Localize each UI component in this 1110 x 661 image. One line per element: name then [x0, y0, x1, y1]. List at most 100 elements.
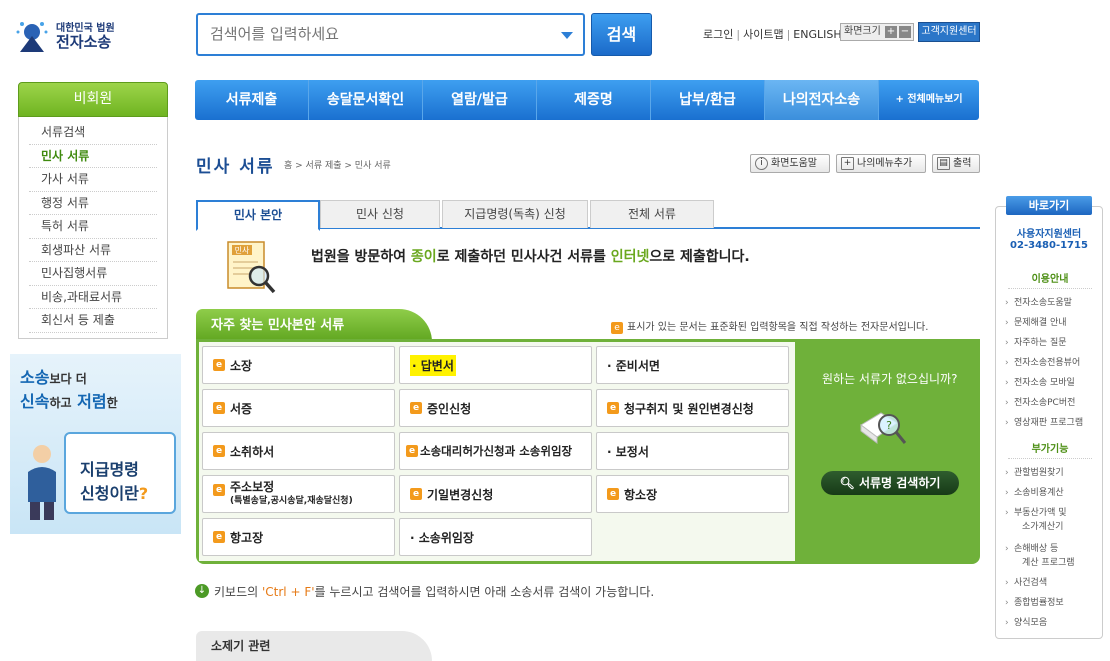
left-nav-item[interactable]: 서류검색: [29, 121, 157, 145]
doc-cell[interactable]: · 답변서: [399, 346, 592, 384]
search-input[interactable]: [210, 25, 540, 43]
left-nav-item[interactable]: 가사 서류: [29, 168, 157, 192]
support-center-link[interactable]: 사용자지원센터: [995, 225, 1103, 240]
banner-cal-line2: 신청이란?: [80, 484, 149, 503]
left-nav-item[interactable]: 회신서 등 제출: [29, 309, 157, 333]
e-doc-icon: e: [406, 445, 418, 457]
left-nav-item[interactable]: 특허 서류: [29, 215, 157, 239]
quick-link[interactable]: 영상재판 프로그램: [1005, 416, 1083, 430]
banner-cal-line1: 지급명령: [80, 460, 139, 479]
quick-link[interactable]: 전자소송전용뷰어: [1005, 356, 1080, 370]
quick-link[interactable]: 관할법원찾기: [1005, 466, 1064, 480]
e-doc-icon: e: [213, 484, 225, 496]
quick-tools-title: 부가기능: [1008, 440, 1092, 459]
left-nav-item-active[interactable]: 민사 서류: [29, 145, 157, 168]
left-nav-item[interactable]: 비송,과태료서류: [29, 286, 157, 309]
left-nav-item[interactable]: 행정 서류: [29, 192, 157, 215]
doc-cell[interactable]: e 서증: [202, 389, 395, 427]
quick-menu-header: 바로가기: [1006, 196, 1092, 215]
doc-cell[interactable]: e 소송대리허가신청과 소송위임장: [399, 432, 592, 470]
quick-link[interactable]: 손해배상 등계산 프로그램: [1005, 542, 1075, 570]
quick-guide-title: 이용안내: [1008, 270, 1092, 289]
tab-all-docs[interactable]: 전체 서류: [590, 200, 714, 228]
doc-cell[interactable]: e 소장: [202, 346, 395, 384]
nav-delivered-docs[interactable]: 송달문서확인: [309, 80, 423, 120]
doc-search-icon: ?: [860, 412, 907, 444]
doc-name-search-button[interactable]: 🔍︎ 서류명 검색하기: [821, 471, 959, 495]
doc-cell[interactable]: e 청구취지 및 원인변경신청: [596, 389, 789, 427]
nav-certificates[interactable]: 제증명: [537, 80, 651, 120]
doc-cell[interactable]: e 기일변경신청: [399, 475, 592, 513]
support-phone: 02-3480-1715: [1010, 240, 1088, 251]
login-link[interactable]: 로그인: [703, 28, 733, 41]
nav-submit-docs[interactable]: 서류제출: [195, 80, 309, 120]
breadcrumb: 홈 > 서류 제출 > 민사 서류: [284, 161, 391, 171]
quick-link[interactable]: 부동산가액 및소가계산기: [1005, 506, 1067, 534]
left-nav-item[interactable]: 회생파산 서류: [29, 239, 157, 262]
search-button[interactable]: 검색: [591, 13, 652, 56]
page-title: 민사 서류: [196, 157, 275, 177]
banner-line2: 신속하고 저렴한: [20, 392, 118, 411]
e-doc-icon: e: [607, 402, 619, 414]
court-logo[interactable]: 대한민국 법원 전자소송: [14, 16, 124, 56]
quick-link[interactable]: 소송비용계산: [1005, 486, 1064, 500]
doc-cell[interactable]: · 소송위임장: [399, 518, 592, 556]
quick-link[interactable]: 전자소송PC버전: [1005, 396, 1075, 410]
left-nav-item[interactable]: 민사집행서류: [29, 262, 157, 286]
doc-search-question: 원하는 서류가 없으십니까?: [822, 372, 958, 386]
doc-cell[interactable]: e 항고장: [202, 518, 395, 556]
left-nav: 서류검색 민사 서류 가사 서류 행정 서류 특허 서류 회생파산 서류 민사집…: [18, 117, 168, 339]
font-increase-button[interactable]: +: [885, 26, 897, 38]
quick-link[interactable]: 종합법률정보: [1005, 596, 1064, 610]
doc-cell[interactable]: · 보정서: [596, 432, 789, 470]
doc-cell[interactable]: e 항소장: [596, 475, 789, 513]
add-my-menu-button[interactable]: + 나의메뉴추가: [836, 154, 926, 173]
quick-link[interactable]: 사건검색: [1005, 576, 1047, 590]
font-decrease-button[interactable]: −: [899, 26, 911, 38]
doc-cell[interactable]: e 소취하서: [202, 432, 395, 470]
nav-all-menu[interactable]: + 전체메뉴보기: [879, 80, 979, 120]
font-size-control: 화면크기 + −: [840, 23, 914, 41]
quick-link[interactable]: 자주하는 질문: [1005, 336, 1067, 350]
tab-civil-main[interactable]: 민사 본안: [196, 200, 320, 231]
info-icon: i: [755, 157, 768, 170]
arrow-down-icon: ↓: [195, 584, 209, 598]
left-nav-header: 비회원: [18, 82, 168, 117]
keyboard-tip: 키보드의 'Ctrl + F'를 누르시고 검색어를 입력하시면 아래 소송서류…: [214, 585, 655, 599]
section-lawsuit-filing-header: 소제기 관련: [196, 631, 432, 661]
doc-cell[interactable]: · 준비서면: [596, 346, 789, 384]
nav-my-ecourt[interactable]: 나의전자소송: [765, 80, 879, 120]
screen-help-button[interactable]: i 화면도움말: [750, 154, 830, 173]
doc-cell[interactable]: e 주소보정 (특별송달,공시송달,재송달신청): [202, 475, 395, 513]
sitemap-link[interactable]: 사이트맵: [743, 28, 783, 41]
nav-view-issue[interactable]: 열람/발급: [423, 80, 537, 120]
doc-cell[interactable]: e 증인신청: [399, 389, 592, 427]
tab-payment-order[interactable]: 지급명령(독촉) 신청: [442, 200, 588, 228]
person-illustration-icon: [28, 445, 56, 520]
quick-link[interactable]: 양식모음: [1005, 616, 1047, 630]
e-doc-icon: e: [213, 445, 225, 457]
payment-order-banner[interactable]: 소송보다 더 신속하고 저렴한 지급명령 신청이란?: [10, 354, 181, 534]
top-links: 로그인 | 사이트맵 | ENGLISH: [703, 28, 842, 41]
intro-text: 법원을 방문하여 종이로 제출하던 민사사건 서류를 인터넷으로 제출합니다.: [311, 249, 750, 265]
nav-payment-refund[interactable]: 납부/환급: [651, 80, 765, 120]
quick-link[interactable]: 전자소송 모바일: [1005, 376, 1075, 390]
e-doc-icon: e: [213, 531, 225, 543]
quick-link[interactable]: 전자소송도움말: [1005, 296, 1072, 310]
e-doc-icon: e: [410, 488, 422, 500]
banner-line1: 소송보다 더: [20, 368, 87, 387]
tab-civil-application[interactable]: 민사 신청: [320, 200, 440, 228]
add-menu-icon: +: [841, 157, 854, 170]
english-link[interactable]: ENGLISH: [793, 28, 841, 41]
main-nav: 서류제출 송달문서확인 열람/발급 제증명 납부/환급 나의전자소송 + 전체메…: [195, 80, 979, 120]
font-size-label: 화면크기: [844, 26, 881, 37]
e-doc-icon: e: [607, 488, 619, 500]
quick-link[interactable]: 문제해결 안내: [1005, 316, 1067, 330]
chevron-down-icon[interactable]: [561, 32, 573, 39]
print-button[interactable]: ▤ 출력: [932, 154, 980, 173]
support-center-button[interactable]: 고객지원센터: [918, 22, 980, 42]
e-doc-icon: e: [611, 322, 623, 334]
printer-icon: ▤: [937, 157, 950, 170]
svg-text:?: ?: [886, 419, 892, 432]
frequent-docs-header: 자주 찾는 민사본안 서류: [196, 309, 432, 342]
